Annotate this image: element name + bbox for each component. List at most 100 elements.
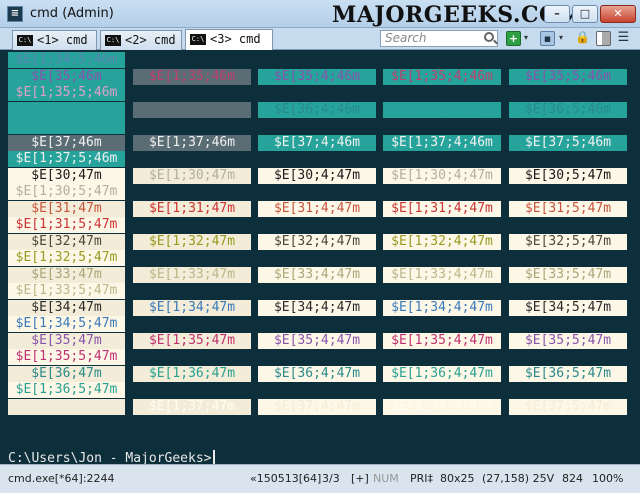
color-sample-cell: $E[36;5;47m [509,366,627,382]
tab-cmd-2[interactable]: C:\ <2> cmd [100,30,182,50]
status-pid[interactable]: «150513[64] [250,470,321,488]
status-tabs[interactable]: 3/3 [322,470,340,488]
color-sample-left: $E[37;46m [8,135,125,151]
color-sample-cell: $E[1;36;4;46m [383,102,501,118]
color-sample-cell: $E[1;31;4;47m [383,201,501,217]
color-sample-cell: $E[1;35;4;46m [383,69,501,85]
color-sample-cell: $E[32;4;47m [258,234,376,250]
color-sample-cell: $E[36;4;46m [258,102,376,118]
lock-icon[interactable]: 🔒 [575,31,590,46]
search-input[interactable]: Search [380,30,498,47]
color-sample-cell: $E[37;4;47m [258,399,376,415]
color-sample-left: $E[31;47m [8,201,125,217]
status-priority[interactable]: PRI‡ [410,470,433,488]
color-sample-left: $E[1;32;5;47m [8,250,125,266]
status-num[interactable]: NUM [373,470,399,488]
tab-label: <1> cmd [37,33,88,47]
color-sample-cell: $E[1;31;47m [133,201,251,217]
color-sample-left: $E[35;46m [8,69,125,85]
color-sample-left: $E[35;47m [8,333,125,349]
console-area[interactable]: $E[1;34;5;46m $E[35;46m $E[1;35;46m $E[35;4… [0,50,640,466]
tab-label: <2> cmd [125,33,176,47]
color-sample-left: $E[1;37;5;46m [8,151,125,167]
color-sample-left: $E[1;34;5;46m [8,52,125,68]
window-title: cmd (Admin) [30,6,114,21]
color-sample-cell: $E[34;5;47m [509,300,627,316]
color-sample-cell: $E[1;34;4;47m [383,300,501,316]
color-sample-cell: $E[1;32;4;47m [383,234,501,250]
color-sample-cell: $E[35;5;46m [509,69,627,85]
status-zoom[interactable]: 100% [592,470,623,488]
color-sample-cell: $E[1;36;4;47m [383,366,501,382]
color-sample-cell: $E[1;37;4;47m [383,399,501,415]
color-sample-left: $E[36;47m [8,366,125,382]
tab-label: <3> cmd [210,32,261,46]
tools-dropdown-icon[interactable]: ▾ [557,31,565,46]
color-sample-cell: $E[37;5;47m [509,399,627,415]
app-icon[interactable]: ≡ [7,6,23,22]
new-console-dropdown-icon[interactable]: ▾ [522,31,530,46]
tab-bar: C:\ <1> cmd C:\ <2> cmd C:\ <3> cmd Search … [0,28,640,50]
search-placeholder: Search [385,31,427,45]
color-sample-cell: $E[34;4;47m [258,300,376,316]
status-plus[interactable]: [+] [351,470,369,488]
color-sample-left: $E[1;36;5;47m [8,382,125,398]
menu-icon[interactable]: ☰ [616,31,631,46]
console-icon: C:\ [17,35,33,46]
tab-cmd-1[interactable]: C:\ <1> cmd [12,30,97,50]
tab-cmd-3[interactable]: C:\ <3> cmd [185,29,273,50]
status-value[interactable]: 824 [562,470,583,488]
color-sample-cell: $E[1;37;47m [133,399,251,415]
color-sample-cell: $E[1;33;47m [133,267,251,283]
color-sample-cell: $E[31;4;47m [258,201,376,217]
color-sample-cell: $E[36;4;47m [258,366,376,382]
color-sample-left: $E[34;47m [8,300,125,316]
color-sample-cell: $E[1;30;47m [133,168,251,184]
color-sample-cell: $E[1;35;47m [133,333,251,349]
close-button[interactable]: ✕ [600,5,636,23]
color-sample-cell: $E[1;36;47m [133,366,251,382]
search-icon[interactable] [484,32,494,42]
color-sample-cell: $E[31;5;47m [509,201,627,217]
color-sample-left: $E[36;46m [8,102,125,118]
color-sample-cell: $E[32;5;47m [509,234,627,250]
color-sample-left: $E[1;35;5;47m [8,349,125,365]
color-sample-cell: $E[33;5;47m [509,267,627,283]
color-sample-cell: $E[35;4;46m [258,69,376,85]
color-sample-left: $E[1;36;5;46m [8,118,125,134]
color-sample-cell: $E[1;33;4;47m [383,267,501,283]
color-sample-left: $E[30;47m [8,168,125,184]
status-process[interactable]: cmd.exe[*64]:2244 [8,470,115,488]
status-cursor[interactable]: (27,158) 25V [482,470,554,488]
split-panel-icon[interactable] [596,31,611,46]
color-sample-cell: $E[30;4;47m [258,168,376,184]
color-sample-cell: $E[1;34;47m [133,300,251,316]
color-sample-cell: $E[1;37;46m [133,135,251,151]
color-sample-cell: $E[1;35;4;47m [383,333,501,349]
console-icon: C:\ [105,35,121,46]
status-size[interactable]: 80x25 [440,470,475,488]
maximize-button[interactable]: □ [572,5,598,23]
color-sample-left: $E[37;47m [8,399,125,415]
new-console-button[interactable]: + [506,31,521,46]
tools-button[interactable]: ▪ [540,31,555,46]
text-cursor [212,450,215,464]
color-sample-cell: $E[1;36;46m [133,102,251,118]
color-sample-cell: $E[33;4;47m [258,267,376,283]
color-sample-cell: $E[35;4;47m [258,333,376,349]
color-sample-left: $E[1;31;5;47m [8,217,125,233]
color-sample-cell: $E[37;4;46m [258,135,376,151]
color-sample-left: $E[33;47m [8,267,125,283]
color-sample-cell: $E[35;5;47m [509,333,627,349]
color-sample-cell: $E[1;37;4;46m [383,135,501,151]
color-sample-left: $E[1;35;5;46m [8,85,125,101]
console-icon: C:\ [190,34,206,45]
color-sample-left: $E[32;47m [8,234,125,250]
color-sample-cell: $E[37;5;46m [509,135,627,151]
title-bar[interactable]: ≡ cmd (Admin) MAJORGEEKS.COM – □ ✕ [0,0,640,28]
color-sample-cell: $E[1;32;47m [133,234,251,250]
minimize-button[interactable]: – [544,5,570,23]
color-sample-left: $E[1;33;5;47m [8,283,125,299]
color-sample-left: $E[1;30;5;47m [8,184,125,200]
color-sample-cell: $E[1;30;4;47m [383,168,501,184]
